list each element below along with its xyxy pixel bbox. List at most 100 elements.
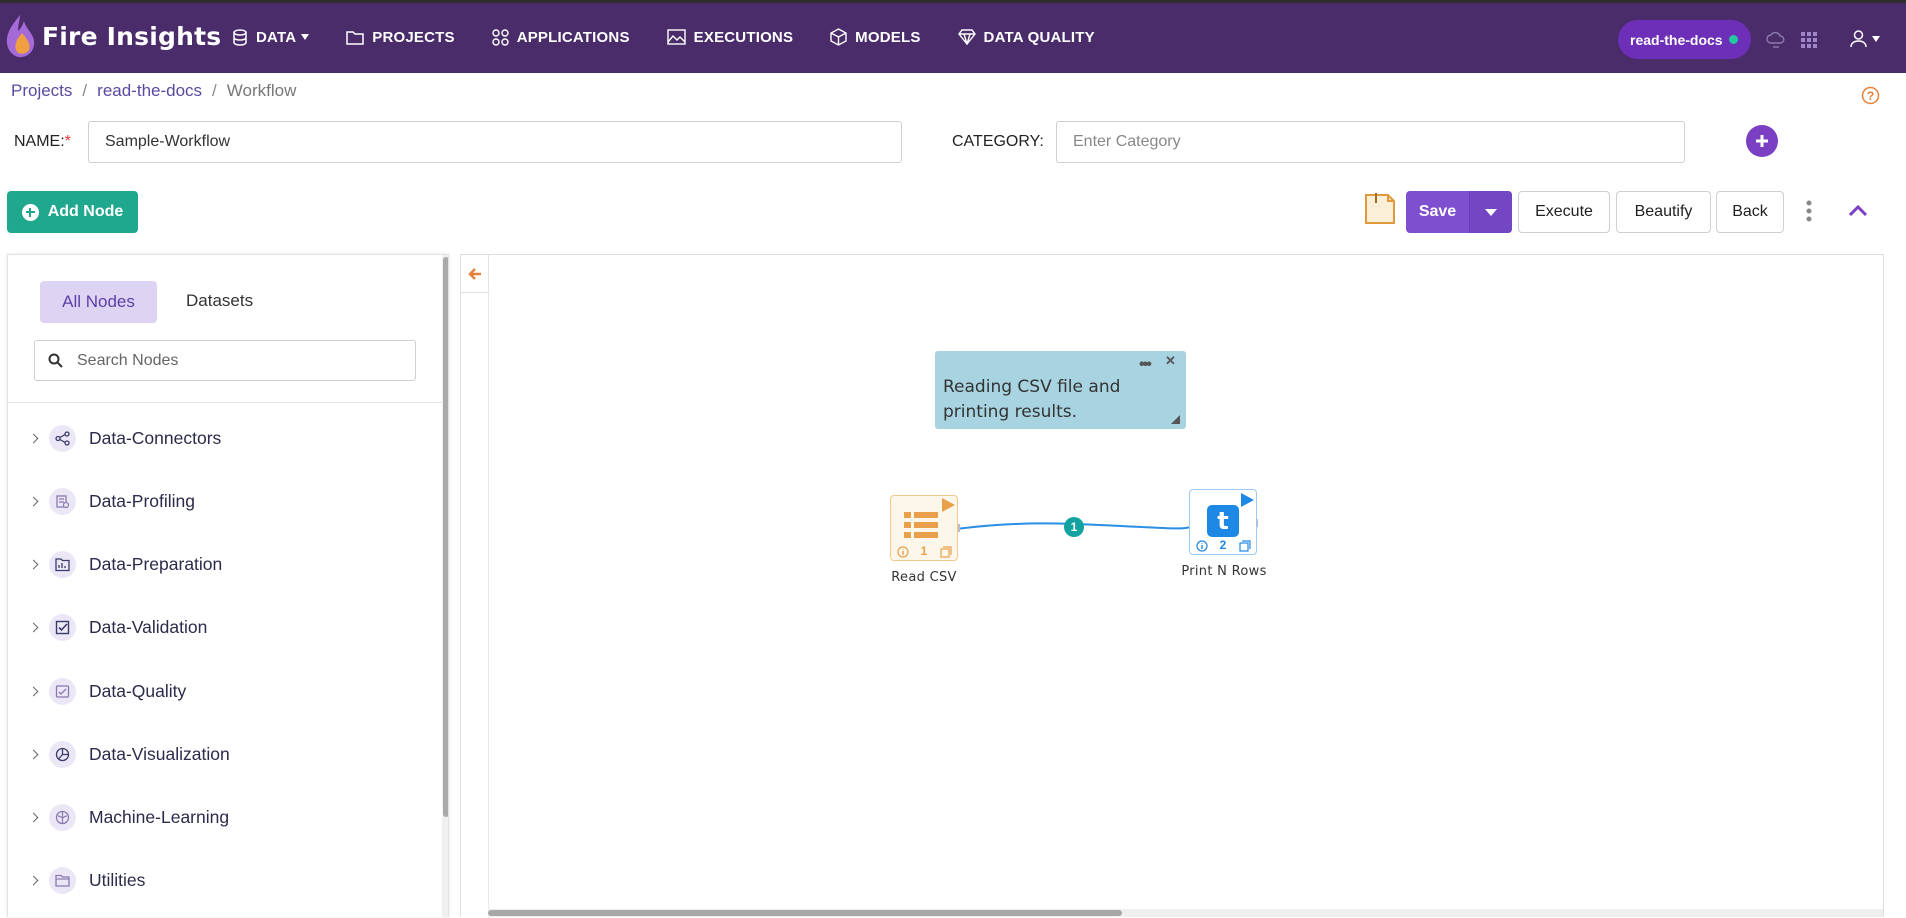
back-button[interactable]: Back bbox=[1716, 191, 1784, 233]
nav-data-quality[interactable]: DATA QUALITY bbox=[957, 28, 1095, 46]
category-field[interactable]: Enter Category bbox=[1056, 121, 1685, 163]
name-field[interactable]: Sample-Workflow bbox=[88, 121, 902, 163]
save-button[interactable]: Save bbox=[1406, 191, 1512, 233]
status-dot bbox=[1728, 35, 1738, 44]
category-data-connectors[interactable]: Data-Connectors bbox=[28, 425, 222, 452]
chevron-right-icon bbox=[28, 559, 39, 570]
workflow-canvas[interactable]: ••• ✕ Reading CSV file and printing resu… bbox=[460, 254, 1884, 918]
nav-data-label: DATA bbox=[256, 28, 297, 46]
flame-logo-icon bbox=[6, 15, 35, 58]
category-data-visualization[interactable]: Data-Visualization bbox=[28, 741, 230, 768]
category-data-validation[interactable]: Data-Validation bbox=[28, 614, 207, 641]
chevron-right-icon bbox=[28, 686, 39, 697]
project-name: read-the-docs bbox=[1630, 31, 1723, 48]
cloud-icon[interactable] bbox=[1766, 31, 1786, 49]
category-placeholder: Enter Category bbox=[1073, 133, 1181, 150]
node-label-read-csv: Read CSV bbox=[891, 570, 957, 585]
nav-applications[interactable]: APPLICATIONS bbox=[491, 28, 630, 46]
breadcrumb-separator: / bbox=[82, 81, 88, 100]
node-library-panel: All Nodes Datasets Search Nodes Data-Con… bbox=[7, 254, 449, 917]
chevron-up-icon[interactable] bbox=[1848, 203, 1868, 217]
category-label: Data-Preparation bbox=[89, 554, 223, 574]
execute-button[interactable]: Execute bbox=[1518, 191, 1610, 233]
copy-icon[interactable] bbox=[940, 546, 952, 558]
category-label: Data-Visualization bbox=[89, 744, 230, 764]
edge-badge[interactable]: 1 bbox=[1064, 517, 1084, 537]
scrollbar-thumb[interactable] bbox=[488, 910, 1122, 916]
nav-models-label: MODELS bbox=[855, 28, 921, 46]
add-node-label: Add Node bbox=[47, 203, 124, 220]
name-label: NAME:* bbox=[14, 133, 71, 150]
category-label: Data-Connectors bbox=[89, 428, 222, 448]
chevron-right-icon bbox=[28, 433, 39, 444]
sticky-note-icon[interactable] bbox=[1362, 191, 1398, 227]
apps-grid-icon bbox=[491, 28, 509, 46]
play-icon[interactable] bbox=[941, 498, 955, 512]
breadcrumb-project[interactable]: read-the-docs bbox=[97, 81, 202, 101]
list-icon bbox=[904, 512, 938, 538]
svg-text:?: ? bbox=[1867, 89, 1874, 103]
save-dropdown-toggle[interactable] bbox=[1469, 191, 1512, 233]
share-icon bbox=[49, 425, 76, 452]
nav-data-quality-label: DATA QUALITY bbox=[983, 28, 1095, 46]
nav-projects[interactable]: PROJECTS bbox=[346, 29, 454, 46]
name-value: Sample-Workflow bbox=[105, 133, 231, 150]
checkbox-icon bbox=[49, 614, 76, 641]
category-data-profiling[interactable]: Data-Profiling bbox=[28, 488, 196, 515]
breadcrumb-current: Workflow bbox=[226, 81, 297, 100]
brain-icon bbox=[49, 804, 76, 831]
plus-icon bbox=[1756, 135, 1768, 147]
search-nodes-input[interactable]: Search Nodes bbox=[34, 340, 416, 381]
apps-menu-icon[interactable] bbox=[1801, 32, 1817, 48]
image-icon bbox=[666, 29, 686, 45]
database-icon bbox=[233, 28, 247, 46]
help-icon[interactable]: ? bbox=[1861, 86, 1880, 105]
main-nav: DATA PROJECTS APPLICATIONS EXECUTIONS MO… bbox=[232, 28, 1132, 46]
breadcrumb-projects[interactable]: Projects bbox=[11, 81, 72, 101]
breadcrumb: Projects / read-the-docs / Workflow bbox=[11, 81, 296, 101]
brand-logo[interactable]: Fire Insights bbox=[2, 13, 221, 59]
search-placeholder: Search Nodes bbox=[77, 351, 179, 369]
tab-all-nodes[interactable]: All Nodes bbox=[40, 281, 157, 323]
diamond-icon bbox=[957, 29, 976, 45]
category-label: Data-Quality bbox=[89, 681, 187, 701]
category-utilities[interactable]: Utilities bbox=[28, 867, 145, 894]
project-selector[interactable]: read-the-docs bbox=[1618, 20, 1751, 59]
chevron-down-icon bbox=[1485, 208, 1497, 216]
divider bbox=[8, 402, 442, 403]
panel-scrollbar[interactable] bbox=[442, 255, 448, 917]
node-print-n-rows[interactable]: t 2 bbox=[1189, 489, 1257, 555]
more-options-icon[interactable] bbox=[1806, 200, 1812, 222]
quality-icon bbox=[49, 678, 76, 705]
beautify-button[interactable]: Beautify bbox=[1616, 191, 1711, 233]
chevron-down-icon bbox=[301, 34, 310, 40]
canvas-scrollbar[interactable] bbox=[488, 909, 1883, 917]
play-icon[interactable] bbox=[1240, 493, 1254, 507]
tumblr-t-icon: t bbox=[1207, 505, 1239, 537]
add-category-button[interactable] bbox=[1746, 125, 1778, 157]
nav-models[interactable]: MODELS bbox=[830, 28, 920, 46]
scrollbar-thumb[interactable] bbox=[443, 257, 448, 817]
nav-data[interactable]: DATA bbox=[232, 28, 310, 46]
nav-executions[interactable]: EXECUTIONS bbox=[666, 29, 794, 46]
nav-applications-label: APPLICATIONS bbox=[516, 28, 630, 46]
category-machine-learning[interactable]: Machine-Learning bbox=[28, 804, 229, 831]
plus-circle-icon bbox=[21, 203, 39, 221]
edge-layer bbox=[952, 519, 1258, 534]
breadcrumb-separator: / bbox=[212, 81, 217, 100]
chevron-right-icon bbox=[28, 622, 39, 633]
add-node-button[interactable]: Add Node bbox=[7, 191, 138, 233]
pie-chart-icon bbox=[49, 741, 76, 768]
top-navbar: Fire Insights DATA PROJECTS APPLICATIONS… bbox=[0, 0, 1906, 73]
folder-icon bbox=[346, 30, 364, 45]
user-menu[interactable] bbox=[1850, 30, 1880, 48]
node-read-csv[interactable]: 1 bbox=[890, 495, 958, 561]
folder-chart-icon bbox=[49, 551, 76, 578]
category-label: Data-Profiling bbox=[89, 491, 196, 511]
profile-icon bbox=[49, 488, 76, 515]
chevron-down-icon bbox=[1872, 36, 1880, 42]
category-data-preparation[interactable]: Data-Preparation bbox=[28, 551, 223, 578]
copy-icon[interactable] bbox=[1239, 540, 1251, 552]
category-data-quality[interactable]: Data-Quality bbox=[28, 678, 187, 705]
tab-datasets[interactable]: Datasets bbox=[186, 291, 253, 311]
